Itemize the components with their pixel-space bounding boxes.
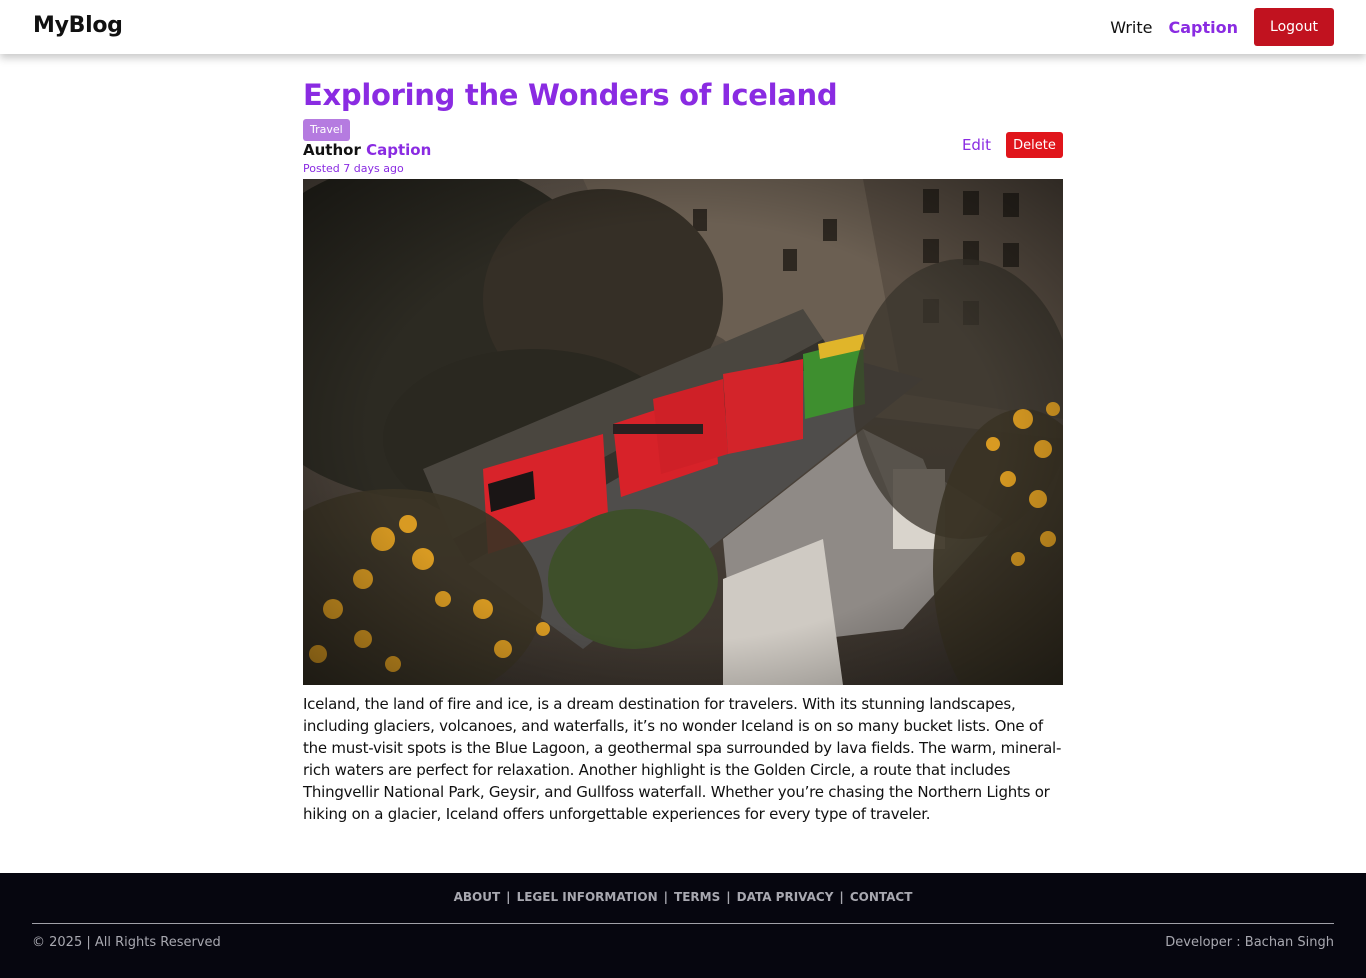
developer-credit: Developer : Bachan Singh	[1165, 935, 1334, 950]
post-meta: Author Caption Posted 7 days ago Edit De…	[303, 132, 1063, 177]
author-name-link[interactable]: Caption	[366, 141, 431, 159]
footer-separator: |	[726, 890, 731, 904]
post-hero-image	[303, 179, 1063, 685]
footer-link-about[interactable]: ABOUT	[454, 890, 501, 904]
footer-link-contact[interactable]: CONTACT	[850, 890, 913, 904]
posted-time: Posted 7 days ago	[303, 162, 404, 175]
footer-link-privacy[interactable]: DATA PRIVACY	[737, 890, 834, 904]
top-navbar: MyBlog Write Caption Logout	[0, 0, 1366, 54]
footer-separator: |	[663, 890, 669, 904]
delete-post-button[interactable]: Delete	[1006, 132, 1063, 158]
post-article: Exploring the Wonders of Iceland Travel …	[303, 76, 1063, 825]
footer-links: ABOUT | LEGEL INFORMATION | TERMS | DATA PRIVA…	[0, 890, 1366, 904]
footer-separator: |	[506, 890, 511, 904]
category-badge: Travel	[303, 119, 350, 141]
author-line: Author Caption	[303, 141, 431, 159]
edit-post-link[interactable]: Edit	[962, 136, 991, 154]
post-body-text: Iceland, the land of fire and ice, is a …	[303, 695, 1062, 823]
author-label: Author	[303, 141, 361, 159]
post-title: Exploring the Wonders of Iceland	[303, 78, 838, 112]
site-footer: ABOUT | LEGEL INFORMATION | TERMS | DATA PRIVA…	[0, 873, 1366, 978]
footer-divider	[32, 923, 1334, 924]
footer-link-legal[interactable]: LEGEL INFORMATION	[517, 890, 658, 904]
user-profile-link[interactable]: Caption	[1168, 18, 1238, 37]
write-link[interactable]: Write	[1110, 18, 1152, 37]
footer-separator: |	[839, 890, 844, 904]
copyright-text: © 2025 | All Rights Reserved	[32, 935, 221, 950]
post-actions: Edit Delete	[962, 132, 1063, 158]
nav-actions: Write Caption Logout	[1110, 8, 1334, 46]
brand-logo[interactable]: MyBlog	[33, 13, 123, 38]
footer-link-terms[interactable]: TERMS	[674, 890, 720, 904]
hero-photo	[303, 179, 1063, 685]
logout-button[interactable]: Logout	[1254, 8, 1334, 46]
